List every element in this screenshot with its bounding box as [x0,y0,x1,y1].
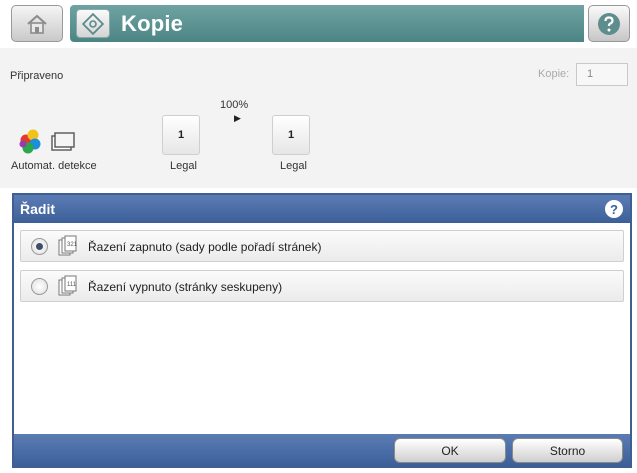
top-bar: Kopie [0,0,637,48]
collate-off-icon: 111 [58,275,77,296]
svg-text:111: 111 [67,282,77,288]
copy-status-area: Připraveno Kopie: 1 Automat. detekce 100… [0,48,637,188]
copies-input[interactable]: 1 [576,63,628,86]
option-label: Řazení zapnuto (sady podle pořadí stráne… [88,240,322,254]
zoom-value: 100% [220,99,249,111]
color-mode-icon[interactable] [15,121,81,157]
home-icon [27,14,47,34]
output-paper-label: Legal [280,160,307,172]
source-document-tile[interactable]: 1 [162,115,200,155]
help-icon [598,12,620,35]
svg-text:321: 321 [67,242,78,248]
dialog-header: Řadit ? [14,195,630,223]
collate-dialog: Řadit ? 321 Řazení zapnuto (sady podle p… [12,193,632,468]
copy-app-badge [76,9,110,38]
option-collate-off[interactable]: 111 Řazení vypnuto (stránky seskupeny) [20,270,624,302]
collate-on-icon: 321 [58,235,78,256]
arrow-right-icon: ▶ [234,113,241,123]
option-label: Řazení vypnuto (stránky seskupeny) [88,280,283,294]
cancel-button[interactable]: Storno [512,438,623,463]
title-bar: Kopie [70,5,584,42]
dialog-help-icon[interactable]: ? [605,200,623,218]
home-button[interactable] [11,5,63,42]
app-title: Kopie [121,11,184,36]
dialog-title: Řadit [20,201,55,217]
help-button[interactable] [588,5,630,42]
copy-icon [82,12,104,35]
dialog-footer: OK Storno [14,434,630,466]
copies-label: Kopie: [538,68,570,80]
option-collate-on[interactable]: 321 Řazení zapnuto (sady podle pořadí st… [20,230,624,262]
status-text: Připraveno [10,70,64,82]
radio-unselected[interactable] [31,278,48,295]
radio-selected[interactable] [31,238,48,255]
ok-button[interactable]: OK [394,438,506,463]
output-document-tile[interactable]: 1 [272,115,310,155]
source-paper-label: Legal [170,160,197,172]
color-mode-label: Automat. detekce [11,160,97,172]
